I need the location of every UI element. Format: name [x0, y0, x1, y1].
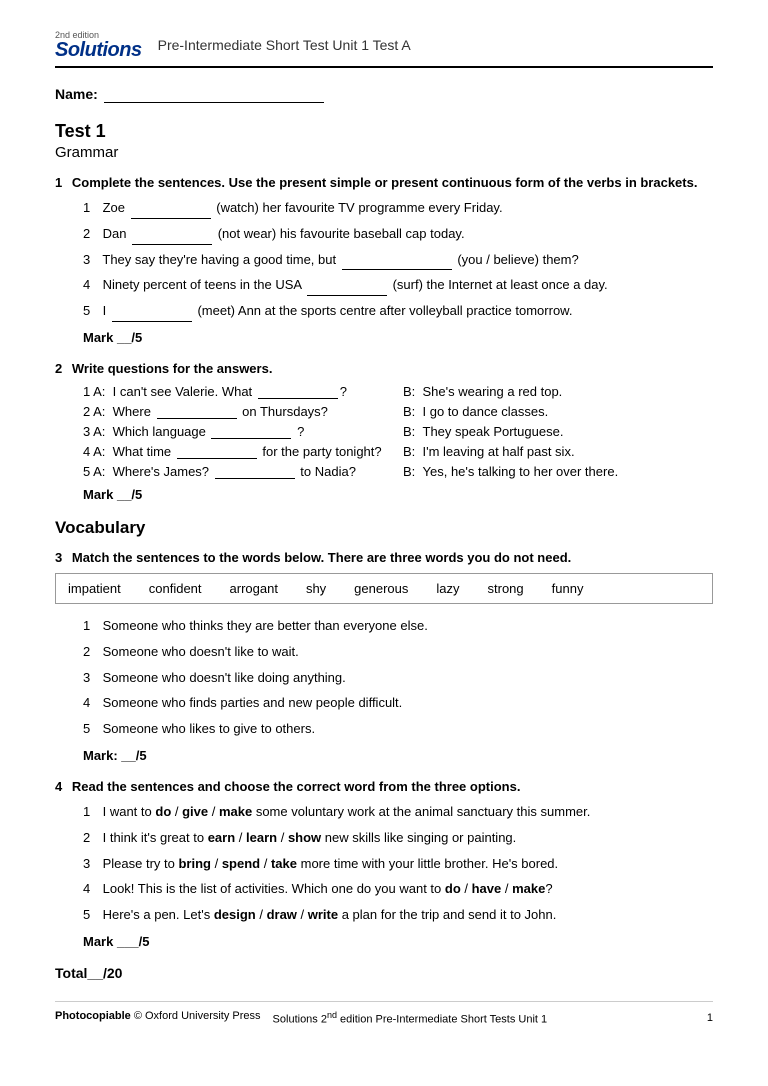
q4-list: 1 I want to do / give / make some volunt… [55, 802, 713, 926]
blank[interactable] [307, 282, 387, 296]
list-item: 3 Someone who doesn't like doing anythin… [83, 668, 713, 689]
q2-list: 1 A: I can't see Valerie. What ? B: She'… [55, 384, 713, 479]
question-4-header: 4 Read the sentences and choose the corr… [55, 779, 713, 794]
list-item: 5 Someone who likes to give to others. [83, 719, 713, 740]
page-header: 2nd edition Solutions Pre-Intermediate S… [55, 30, 713, 68]
q2-col-a: 4 A: What time for the party tonight? [83, 444, 393, 459]
header-title: Pre-Intermediate Short Test Unit 1 Test … [158, 37, 411, 53]
q2-row-4: 4 A: What time for the party tonight? B:… [83, 444, 713, 459]
blank[interactable] [112, 308, 192, 322]
list-item: 3 Please try to bring / spend / take mor… [83, 854, 713, 875]
vocabulary-label: Vocabulary [55, 518, 713, 538]
photocopiable-label: Photocopiable © Oxford University Press [55, 1010, 261, 1026]
name-label: Name [55, 86, 93, 102]
q2-col-b: B: She's wearing a red top. [403, 384, 713, 399]
footer-left: Photocopiable © Oxford University Press … [55, 1010, 547, 1026]
test-title: Test 1 [55, 121, 713, 142]
word-item: impatient [68, 581, 129, 596]
word-item: arrogant [230, 581, 286, 596]
word-item: strong [488, 581, 532, 596]
list-item: 2 I think it's great to earn / learn / s… [83, 828, 713, 849]
blank[interactable] [215, 465, 295, 479]
blank[interactable] [131, 205, 211, 219]
list-item: 1 I want to do / give / make some volunt… [83, 802, 713, 823]
q2-instruction: Write questions for the answers. [72, 361, 273, 376]
q2-col-a: 3 A: Which language ? [83, 424, 393, 439]
question-1-block: 1 Complete the sentences. Use the presen… [55, 175, 713, 345]
word-item: confident [149, 581, 210, 596]
q1-num: 1 [55, 175, 62, 190]
word-item: shy [306, 581, 334, 596]
name-underline[interactable] [104, 86, 324, 103]
page-number: 1 [707, 1012, 713, 1024]
word-item: lazy [436, 581, 467, 596]
q2-col-a: 5 A: Where's James? to Nadia? [83, 464, 393, 479]
q2-col-b: B: I'm leaving at half past six. [403, 444, 713, 459]
q1-mark: Mark __/5 [83, 330, 713, 345]
q4-instruction: Read the sentences and choose the correc… [72, 779, 521, 794]
word-box: impatient confident arrogant shy generou… [55, 573, 713, 604]
question-2-header: 2 Write questions for the answers. [55, 361, 713, 376]
q2-row-3: 3 A: Which language ? B: They speak Port… [83, 424, 713, 439]
list-item: 4 Someone who finds parties and new peop… [83, 693, 713, 714]
list-item: 5 I (meet) Ann at the sports centre afte… [83, 301, 713, 322]
blank[interactable] [157, 405, 237, 419]
q2-row-1: 1 A: I can't see Valerie. What ? B: She'… [83, 384, 713, 399]
list-item: 2 Someone who doesn't like to wait. [83, 642, 713, 663]
list-item: 2 Dan (not wear) his favourite baseball … [83, 224, 713, 245]
list-item: 3 They say they're having a good time, b… [83, 250, 713, 271]
list-item: 4 Ninety percent of teens in the USA (su… [83, 275, 713, 296]
footer-solutions: Solutions 2nd edition Pre-Intermediate S… [273, 1010, 548, 1026]
q4-num: 4 [55, 779, 62, 794]
question-3-block: 3 Match the sentences to the words below… [55, 550, 713, 763]
q2-mark: Mark __/5 [83, 487, 713, 502]
q3-num: 3 [55, 550, 62, 565]
q4-mark: Mark ___/5 [83, 934, 713, 949]
q1-instruction: Complete the sentences. Use the present … [72, 175, 698, 190]
blank[interactable] [342, 256, 452, 270]
list-item: 4 Look! This is the list of activities. … [83, 879, 713, 900]
question-2-block: 2 Write questions for the answers. 1 A: … [55, 361, 713, 502]
grammar-label: Grammar [55, 144, 713, 161]
q3-list: 1 Someone who thinks they are better tha… [55, 616, 713, 740]
q3-instruction: Match the sentences to the words below. … [72, 550, 571, 565]
q2-col-b: B: Yes, he's talking to her over there. [403, 464, 713, 479]
word-item: generous [354, 581, 416, 596]
name-line: Name: [55, 86, 713, 103]
q2-row-5: 5 A: Where's James? to Nadia? B: Yes, he… [83, 464, 713, 479]
q3-mark: Mark: __/5 [83, 748, 713, 763]
blank[interactable] [177, 445, 257, 459]
page-footer: Photocopiable © Oxford University Press … [55, 1001, 713, 1026]
blank[interactable] [132, 231, 212, 245]
list-item: 1 Zoe (watch) her favourite TV programme… [83, 198, 713, 219]
q2-col-b: B: They speak Portuguese. [403, 424, 713, 439]
q2-col-a: 2 A: Where on Thursdays? [83, 404, 393, 419]
question-1-header: 1 Complete the sentences. Use the presen… [55, 175, 713, 190]
question-3-header: 3 Match the sentences to the words below… [55, 550, 713, 565]
q2-num: 2 [55, 361, 62, 376]
brand-name: Solutions [55, 40, 142, 60]
total-line: Total__/20 [55, 965, 713, 981]
q1-list: 1 Zoe (watch) her favourite TV programme… [55, 198, 713, 322]
blank[interactable] [211, 425, 291, 439]
q2-col-b: B: I go to dance classes. [403, 404, 713, 419]
q2-row-2: 2 A: Where on Thursdays? B: I go to danc… [83, 404, 713, 419]
blank[interactable] [258, 385, 338, 399]
logo: 2nd edition Solutions [55, 30, 142, 60]
word-item: funny [552, 581, 592, 596]
question-4-block: 4 Read the sentences and choose the corr… [55, 779, 713, 949]
q2-col-a: 1 A: I can't see Valerie. What ? [83, 384, 393, 399]
list-item: 1 Someone who thinks they are better tha… [83, 616, 713, 637]
list-item: 5 Here's a pen. Let's design / draw / wr… [83, 905, 713, 926]
